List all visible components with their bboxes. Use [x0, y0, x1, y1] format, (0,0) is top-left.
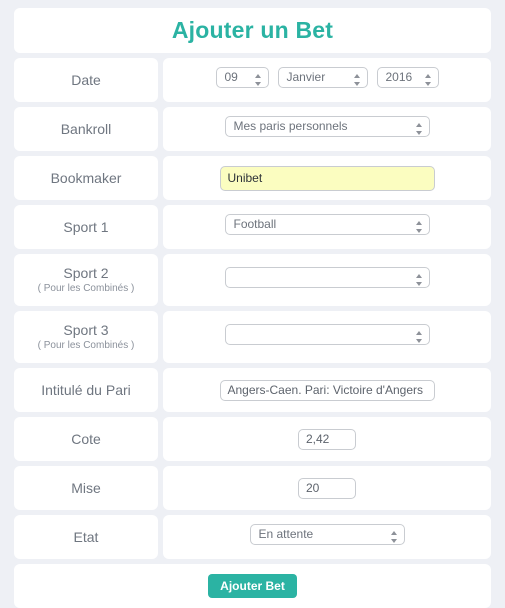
form-row-sport1: Sport 1 Football: [14, 205, 491, 249]
sport3-select[interactable]: [224, 324, 430, 345]
bankroll-select-wrap[interactable]: Mes paris personnels: [224, 116, 430, 142]
label-cell-sport3: Sport 3 ( Pour les Combinés ): [14, 311, 158, 363]
sport3-select-wrap[interactable]: [224, 324, 430, 350]
form-row-date: Date 09 Janvier 2016: [14, 58, 491, 102]
month-select-wrap[interactable]: Janvier: [277, 67, 368, 93]
add-bet-form-page: Ajouter un Bet Date 09 Janvier 2016 Bank…: [0, 0, 505, 608]
label-cell-sport1: Sport 1: [14, 205, 158, 249]
cote-input[interactable]: 2,42: [298, 428, 356, 450]
label-cell-intitule: Intitulé du Pari: [14, 368, 158, 412]
month-select[interactable]: Janvier: [277, 67, 368, 88]
etat-select-wrap[interactable]: En attente: [249, 524, 405, 550]
day-select[interactable]: 09: [215, 67, 269, 88]
field-label-date: Date: [71, 71, 101, 88]
form-row-sport2: Sport 2 ( Pour les Combinés ): [14, 254, 491, 306]
intitule-input[interactable]: Angers-Caen. Pari: Victoire d'Angers: [219, 379, 435, 401]
day-select-wrap[interactable]: 09: [215, 67, 269, 93]
form-row-mise: Mise 20: [14, 466, 491, 510]
field-cell-mise: 20: [163, 466, 491, 510]
bookmaker-input[interactable]: Unibet: [219, 165, 435, 191]
field-cell-sport1: Football: [163, 205, 491, 249]
label-cell-cote: Cote: [14, 417, 158, 461]
field-label-bankroll: Bankroll: [60, 120, 112, 137]
sport2-select[interactable]: [224, 267, 430, 288]
mise-input[interactable]: 20: [298, 477, 356, 499]
field-sublabel-sport2: ( Pour les Combinés ): [37, 283, 135, 295]
form-row-etat: Etat En attente: [14, 515, 491, 559]
field-cell-intitule: Angers-Caen. Pari: Victoire d'Angers: [163, 368, 491, 412]
sport2-select-wrap[interactable]: [224, 267, 430, 293]
form-row-sport3: Sport 3 ( Pour les Combinés ): [14, 311, 491, 363]
field-label-sport3: Sport 3: [63, 321, 109, 338]
page-title: Ajouter un Bet: [171, 17, 334, 43]
field-label-sport1: Sport 1: [63, 218, 109, 235]
form-row-intitule: Intitulé du Pari Angers-Caen. Pari: Vict…: [14, 368, 491, 412]
year-select[interactable]: 2016: [376, 67, 439, 88]
label-cell-sport2: Sport 2 ( Pour les Combinés ): [14, 254, 158, 306]
label-cell-bankroll: Bankroll: [14, 107, 158, 151]
sport1-select[interactable]: Football: [224, 214, 430, 235]
label-cell-etat: Etat: [14, 515, 158, 559]
sport1-select-wrap[interactable]: Football: [224, 214, 430, 240]
form-title-card: Ajouter un Bet: [14, 8, 491, 53]
label-cell-mise: Mise: [14, 466, 158, 510]
form-row-bookmaker: Bookmaker Unibet: [14, 156, 491, 200]
field-sublabel-sport3: ( Pour les Combinés ): [37, 340, 135, 352]
date-select-group: 09 Janvier 2016: [215, 67, 439, 93]
field-label-intitule: Intitulé du Pari: [41, 381, 131, 398]
field-label-bookmaker: Bookmaker: [50, 169, 122, 186]
field-cell-cote: 2,42: [163, 417, 491, 461]
label-cell-bookmaker: Bookmaker: [14, 156, 158, 200]
field-cell-sport3: [163, 311, 491, 363]
submit-card: Ajouter Bet: [14, 564, 491, 608]
field-cell-sport2: [163, 254, 491, 306]
etat-select[interactable]: En attente: [249, 524, 405, 545]
field-label-cote: Cote: [71, 430, 101, 447]
year-select-wrap[interactable]: 2016: [376, 67, 439, 93]
field-cell-bankroll: Mes paris personnels: [163, 107, 491, 151]
field-cell-bookmaker: Unibet: [163, 156, 491, 200]
bankroll-select[interactable]: Mes paris personnels: [224, 116, 430, 137]
label-cell-date: Date: [14, 58, 158, 102]
add-bet-button[interactable]: Ajouter Bet: [208, 574, 297, 598]
form-row-cote: Cote 2,42: [14, 417, 491, 461]
field-cell-etat: En attente: [163, 515, 491, 559]
field-label-etat: Etat: [73, 528, 99, 545]
field-label-mise: Mise: [71, 479, 101, 496]
field-cell-date: 09 Janvier 2016: [163, 58, 491, 102]
form-row-bankroll: Bankroll Mes paris personnels: [14, 107, 491, 151]
field-label-sport2: Sport 2: [63, 264, 109, 281]
